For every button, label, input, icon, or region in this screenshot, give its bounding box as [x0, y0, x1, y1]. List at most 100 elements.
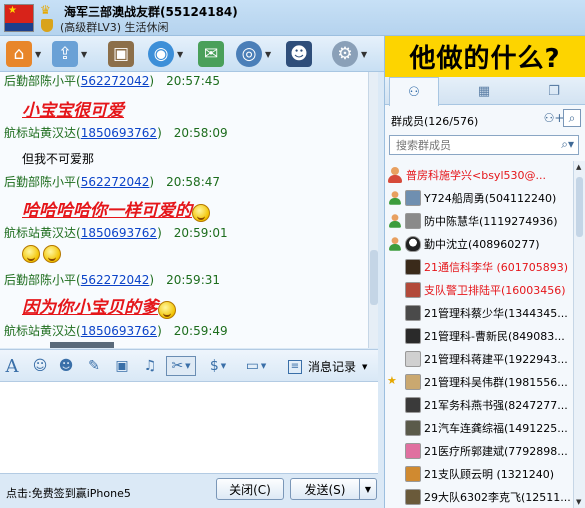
member-name: 21管理科-曹新民(849083...: [424, 329, 565, 343]
scroll-thumb[interactable]: [370, 250, 378, 305]
message-history-button[interactable]: ≡ 消息记录 ▼: [288, 358, 367, 375]
member-item[interactable]: 21管理科蒋建平(1922943...: [385, 347, 572, 370]
tab-members[interactable]: ⚇: [389, 77, 439, 106]
message-text: 小宝宝很可爱: [22, 101, 124, 121]
sender-qq-link[interactable]: 1850693762: [81, 126, 157, 140]
member-item[interactable]: 勤中沈立(408960277): [385, 232, 572, 255]
ad-banner[interactable]: 他做的什么?: [384, 36, 585, 77]
scroll-thumb[interactable]: [576, 177, 583, 237]
title-bar[interactable]: ★ ♛ 海军三部澳战友群(55124184) (高级群LV3) 生活休闲: [0, 0, 585, 36]
chat-scrollbar[interactable]: [368, 72, 378, 348]
member-name: 21管理科蒋建平(1922943...: [424, 352, 568, 366]
settings-icon: ⚙: [332, 41, 358, 67]
avatar: [405, 396, 421, 413]
message-text: 因为你小宝贝的爹: [22, 298, 158, 318]
avatar: [405, 419, 421, 436]
member-search-input[interactable]: [390, 136, 550, 154]
member-item[interactable]: 29大队6302李克飞(12511...: [385, 485, 572, 508]
sender-name: 航标站黄汉达: [4, 324, 77, 338]
message-input[interactable]: [0, 382, 378, 474]
home-button[interactable]: ⌂ ▼: [6, 40, 41, 68]
coin-icon: $: [209, 358, 219, 374]
voice-button[interactable]: ◉ ▼: [148, 40, 183, 68]
member-item[interactable]: 支队警卫排陆平(16003456): [385, 278, 572, 301]
files-icon: ❐: [548, 83, 560, 99]
music-icon[interactable]: ♫: [140, 356, 160, 376]
font-icon[interactable]: A: [2, 356, 22, 377]
send-button[interactable]: 发送(S): [290, 478, 360, 500]
promo-link[interactable]: 点击:免费签到赢iPhone5: [6, 485, 131, 501]
message-header: 航标站黄汉达(1850693762) 20:59:01: [4, 226, 228, 240]
edit-icon[interactable]: ✎: [84, 356, 104, 376]
member-name: 防中陈慧华(1119274936): [424, 214, 558, 228]
member-item[interactable]: 21军务科燕书强(8247277...: [385, 393, 572, 416]
sender-qq-link[interactable]: 562272042: [81, 273, 150, 287]
emoji-picker-icon[interactable]: ☺: [30, 356, 50, 376]
video-icon: ◎: [236, 41, 262, 67]
member-name: 21管理科蔡少华(1344345...: [424, 306, 568, 320]
member-item[interactable]: 21支队顾云明 (1321240): [385, 462, 572, 485]
scroll-up-icon[interactable]: ▲: [576, 163, 581, 171]
avatar: [405, 488, 421, 505]
message-time: 20:59:49: [173, 324, 228, 338]
avatar: [405, 327, 421, 344]
sender-name: 航标站黄汉达: [4, 226, 77, 240]
member-item[interactable]: 21通信科李华 (601705893): [385, 255, 572, 278]
avatar: [405, 258, 421, 275]
sender-qq-link[interactable]: 1850693762: [81, 324, 157, 338]
search-dropdown-icon[interactable]: ⌕▾: [561, 137, 574, 152]
avatar: [405, 304, 421, 321]
image-icon[interactable]: ▣: [112, 356, 132, 376]
member-item[interactable]: 防中陈慧华(1119274936): [385, 209, 572, 232]
member-item[interactable]: 21管理科蔡少华(1344345...: [385, 301, 572, 324]
member-list[interactable]: 普房科施学兴<bsyl530@... Y724船周勇(504112240) 防中陈慧…: [385, 161, 572, 508]
avatar: [405, 189, 421, 206]
share-button[interactable]: ⇪ ▼: [52, 40, 87, 68]
member-item[interactable]: 21管理科-曹新民(849083...: [385, 324, 572, 347]
message-header: 后勤部陈小平(562272042) 20:59:31: [4, 273, 221, 287]
more-tools-button[interactable]: ▭ ▼: [242, 356, 270, 376]
send-options-button[interactable]: ▼: [359, 478, 377, 500]
chevron-down-icon: ▼: [220, 362, 227, 370]
chevron-down-icon: ▼: [361, 49, 368, 59]
screenshot-button[interactable]: ✂ ▼: [166, 356, 196, 376]
member-item[interactable]: Y724船周勇(504112240): [385, 186, 572, 209]
tab-files[interactable]: ❐: [529, 77, 579, 105]
member-item[interactable]: 21汽车连龚综福(1491225...: [385, 416, 572, 439]
sender-qq-link[interactable]: 1850693762: [81, 226, 157, 240]
police-button[interactable]: ☻: [286, 40, 312, 68]
history-icon: ≡: [288, 359, 302, 374]
chat-button[interactable]: ✉: [198, 40, 224, 68]
red-packet-button[interactable]: $ ▼: [204, 356, 232, 376]
member-list-scrollbar[interactable]: ▲ ▼: [573, 161, 585, 508]
settings-button[interactable]: ⚙ ▼: [332, 40, 367, 68]
member-item[interactable]: ★ 21管理科吴伟群(1981556...: [385, 370, 572, 393]
admin-icon: [387, 190, 401, 205]
close-button[interactable]: 关闭(C): [216, 478, 284, 500]
window-title: 海军三部澳战友群(55124184): [64, 5, 238, 19]
member-item[interactable]: 21医疗所郭建斌(7792898...: [385, 439, 572, 462]
image-preview[interactable]: [50, 342, 114, 348]
scroll-down-icon[interactable]: ▼: [576, 498, 581, 506]
member-item[interactable]: 普房科施学兴<bsyl530@...: [385, 163, 572, 186]
chevron-down-icon: ▼: [177, 49, 184, 59]
sender-qq-link[interactable]: 562272042: [81, 175, 150, 189]
member-name: 21支队顾云明 (1321240): [424, 467, 555, 481]
chat-history[interactable]: 后勤部陈小平(562272042) 20:57:45 小宝宝很可爱 航标站黄汉达(…: [0, 72, 378, 348]
message-row: 因为你小宝贝的爹: [22, 293, 179, 319]
member-search[interactable]: ⌕▾: [389, 135, 579, 155]
add-member-icon[interactable]: ⚇+: [544, 109, 565, 127]
sender-qq-link[interactable]: 562272042: [81, 74, 150, 88]
search-icon[interactable]: ⌕: [563, 109, 581, 127]
avatar: [405, 350, 421, 367]
member-name: 普房科施学兴<bsyl530@...: [406, 168, 546, 182]
magic-emoji-icon[interactable]: ☻: [56, 356, 76, 376]
chevron-down-icon: ▼: [35, 49, 42, 59]
main-toolbar: ⌂ ▼ ⇪ ▼ ▣ ◉ ▼ ✉ ◎ ▼ ☻ ⚙ ▼: [0, 36, 384, 72]
message-time: 20:58:47: [166, 175, 221, 189]
group-avatar[interactable]: ★: [4, 4, 34, 32]
sender-name: 后勤部陈小平: [4, 273, 77, 287]
video-button[interactable]: ◎ ▼: [236, 40, 271, 68]
tab-apps[interactable]: ▦: [459, 77, 509, 105]
album-button[interactable]: ▣: [108, 40, 134, 68]
